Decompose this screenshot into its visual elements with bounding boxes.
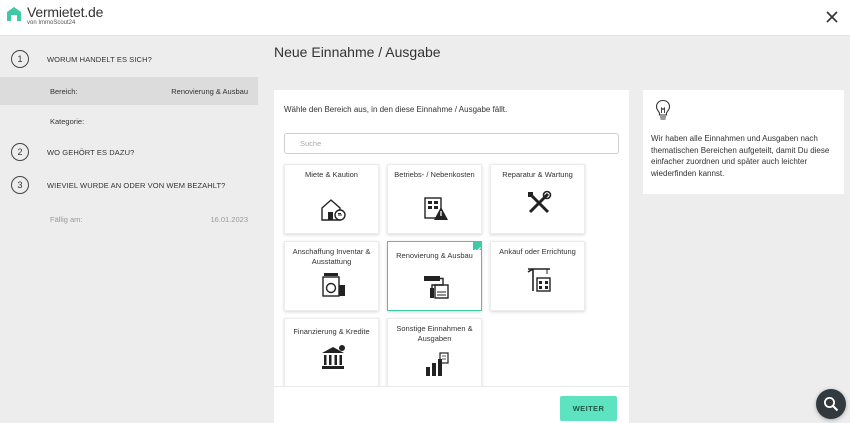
tile-label: Betriebs- / Nebenkosten bbox=[394, 170, 475, 179]
paint-roller-icon bbox=[424, 276, 449, 299]
tile-label: Ankauf oder Errichtung bbox=[499, 247, 576, 256]
field-bereich[interactable]: Bereich: Renovierung & Ausbau bbox=[0, 77, 258, 105]
tile-betriebskosten[interactable]: Betriebs- / Nebenkosten bbox=[387, 164, 482, 234]
tile-label: Renovierung & Ausbau bbox=[396, 251, 473, 260]
tools-icon bbox=[528, 190, 552, 214]
hint-text: Wir haben alle Einnahmen und Ausgaben na… bbox=[651, 134, 830, 178]
appliance-icon bbox=[322, 273, 345, 297]
selected-check-icon bbox=[473, 241, 482, 253]
continue-button[interactable]: WEITER bbox=[560, 396, 617, 421]
tile-label: Sonstige Einnahmen & Ausgaben bbox=[396, 324, 473, 343]
tile-ankauf-errichtung[interactable]: Ankauf oder Errichtung bbox=[490, 241, 585, 311]
chart-icon bbox=[426, 352, 449, 376]
tile-finanzierung-kredite[interactable]: Finanzierung & Kredite bbox=[284, 318, 379, 388]
brand-name: Vermietet.de bbox=[27, 4, 104, 20]
field-label: Bereich: bbox=[50, 87, 78, 96]
step-label: WORUM HANDELT ES SICH? bbox=[47, 55, 152, 64]
crane-building-icon bbox=[527, 268, 551, 292]
category-panel: Wähle den Bereich aus, in den diese Einn… bbox=[274, 90, 629, 423]
field-kategorie[interactable]: Kategorie: bbox=[0, 107, 258, 135]
search-input[interactable] bbox=[284, 133, 619, 154]
house-icon bbox=[321, 199, 346, 221]
brand-subtitle: von ImmoScout24 bbox=[27, 20, 76, 26]
page-title: Neue Einnahme / Ausgabe bbox=[274, 44, 441, 60]
tile-sonstige[interactable]: Sonstige Einnahmen & Ausgaben bbox=[387, 318, 482, 388]
field-label: Fällig am: bbox=[50, 215, 83, 224]
step-2[interactable]: 2 WO GEHÖRT ES DAZU? bbox=[0, 143, 258, 163]
tile-label: Miete & Kaution bbox=[305, 170, 358, 179]
tile-label: Finanzierung & Kredite bbox=[293, 327, 370, 336]
bank-icon bbox=[322, 345, 345, 369]
floating-search-button[interactable] bbox=[816, 389, 846, 419]
step-3[interactable]: 3 WIEVIEL WURDE AN ODER VON WEM BEZAHLT? bbox=[0, 176, 258, 196]
tile-miete-kaution[interactable]: Miete & Kaution bbox=[284, 164, 379, 234]
tile-anschaffung-inventar[interactable]: Anschaffung Inventar & Ausstattung bbox=[284, 241, 379, 311]
tile-reparatur-wartung[interactable]: Reparatur & Wartung bbox=[490, 164, 585, 234]
step-number: 2 bbox=[11, 143, 29, 161]
step-number: 3 bbox=[11, 176, 29, 194]
tile-label: Anschaffung Inventar & Ausstattung bbox=[292, 247, 371, 266]
panel-footer: WEITER bbox=[274, 386, 629, 423]
lightbulb-icon bbox=[655, 99, 671, 120]
panel-intro: Wähle den Bereich aus, in den diese Einn… bbox=[284, 105, 508, 114]
step-sidebar: 1 WORUM HANDELT ES SICH? Bereich: Renovi… bbox=[0, 36, 258, 423]
logo-icon bbox=[7, 7, 21, 21]
tile-renovierung-ausbau[interactable]: Renovierung & Ausbau bbox=[387, 241, 482, 311]
tile-label: Reparatur & Wartung bbox=[502, 170, 573, 179]
app-header: Vermietet.de von ImmoScout24 bbox=[0, 0, 850, 36]
hint-box: Wir haben alle Einnahmen und Ausgaben na… bbox=[643, 90, 844, 194]
field-label: Kategorie: bbox=[50, 117, 85, 126]
field-faellig[interactable]: Fällig am: 16.01.2023 bbox=[0, 205, 258, 233]
magnifier-icon bbox=[824, 397, 839, 412]
step-number: 1 bbox=[11, 50, 29, 68]
field-value: Renovierung & Ausbau bbox=[171, 87, 248, 96]
close-icon[interactable] bbox=[825, 10, 839, 24]
field-value: 16.01.2023 bbox=[210, 215, 248, 224]
utility-meter-icon bbox=[424, 197, 448, 220]
step-label: WO GEHÖRT ES DAZU? bbox=[47, 148, 135, 157]
step-1[interactable]: 1 WORUM HANDELT ES SICH? bbox=[0, 50, 258, 70]
step-label: WIEVIEL WURDE AN ODER VON WEM BEZAHLT? bbox=[47, 181, 226, 190]
